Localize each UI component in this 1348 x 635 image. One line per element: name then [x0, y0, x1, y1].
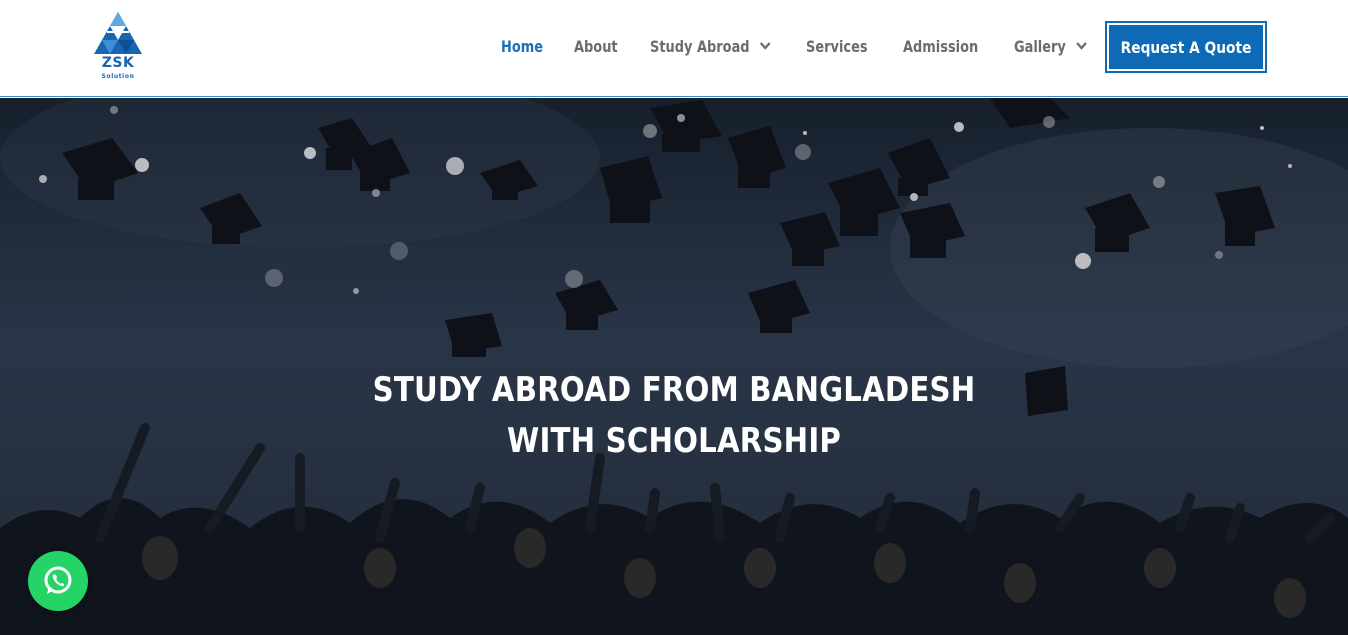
hero-title-line-1: STUDY ABROAD FROM BANGLADESH — [372, 370, 976, 410]
hero-title-line-2: WITH SCHOLARSHIP — [507, 421, 841, 461]
nav-item-label: Gallery — [1014, 36, 1066, 56]
request-quote-label: Request A Quote — [1120, 37, 1252, 57]
chevron-down-icon[interactable] — [759, 41, 772, 51]
nav-item-gallery[interactable]: Gallery — [1014, 34, 1087, 58]
nav-item-label: Services — [806, 36, 868, 56]
nav-item-label: Admission — [903, 36, 979, 56]
main-nav: Home About Study Abroad Services Admissi… — [0, 0, 1348, 97]
whatsapp-chat-button[interactable] — [28, 551, 88, 611]
hero-section: STUDY ABROAD FROM BANGLADESH WITH SCHOLA… — [0, 98, 1348, 635]
hero-title: STUDY ABROAD FROM BANGLADESH WITH SCHOLA… — [0, 365, 1348, 467]
nav-item-label: Study Abroad — [650, 36, 750, 56]
chevron-down-icon[interactable] — [1075, 41, 1088, 51]
nav-item-admission[interactable]: Admission — [903, 34, 978, 58]
nav-item-label: About — [574, 36, 618, 56]
nav-item-home[interactable]: Home — [501, 34, 543, 58]
nav-item-study-abroad[interactable]: Study Abroad — [650, 34, 771, 58]
request-quote-button[interactable]: Request A Quote — [1105, 21, 1267, 73]
nav-item-about[interactable]: About — [574, 34, 618, 58]
whatsapp-icon — [44, 566, 72, 594]
nav-item-services[interactable]: Services — [806, 34, 868, 58]
site-header: ZSK Solution Home About Study Abroad Ser… — [0, 0, 1348, 97]
nav-item-label: Home — [501, 36, 544, 56]
